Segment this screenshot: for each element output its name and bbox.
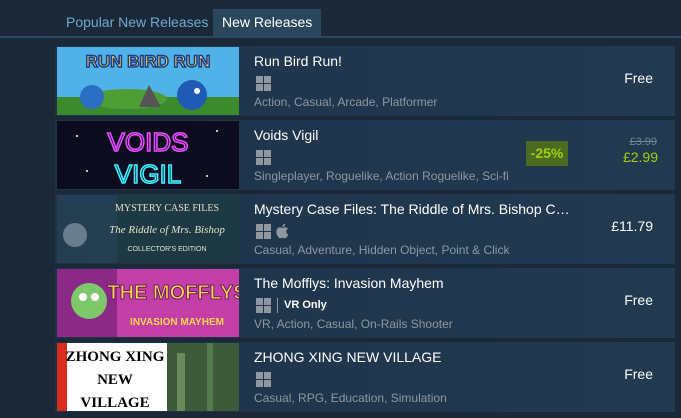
game-row-mystery-case-files[interactable]: MYSTERY CASE FILES The Riddle of Mrs. Bi… [55, 194, 675, 264]
capsule-title-line2: NEW [97, 372, 133, 388]
vr-only-label: VR Only [284, 299, 327, 311]
platform-icons [256, 75, 271, 91]
windows-icon [256, 223, 271, 239]
game-capsule-image: MYSTERY CASE FILES The Riddle of Mrs. Bi… [57, 195, 239, 263]
game-title: ZHONG XING NEW VILLAGE [254, 349, 442, 365]
mofflys-capsule-art: THE MOFFLYS INVASION MAYHEM [57, 269, 239, 337]
game-row-run-bird-run[interactable]: RUN BIRD RUN Run Bird Run! Action, Casua… [55, 46, 675, 116]
capsule-title: RUN BIRD RUN [86, 52, 211, 71]
windows-icon [256, 297, 271, 313]
game-row-the-mofflys[interactable]: THE MOFFLYS INVASION MAYHEM The Mofflys:… [55, 268, 675, 338]
game-row-zhong-xing-new-village[interactable]: ZHONG XING NEW VILLAGE ZHONG XING NEW VI… [55, 342, 675, 412]
platform-icons [256, 223, 289, 239]
tab-new-releases[interactable]: New Releases [213, 9, 322, 36]
capsule-title-line3: VILLAGE [80, 395, 149, 411]
game-capsule-image: VOIDS VIGIL [57, 121, 239, 189]
tab-popular-new-releases[interactable]: Popular New Releases [57, 9, 217, 36]
windows-icon [256, 149, 271, 165]
capsule-title-line2: The Riddle of Mrs. Bishop [109, 224, 225, 236]
game-title: Run Bird Run! [254, 53, 342, 69]
game-price: Free [624, 366, 653, 382]
capsule-title-line1: ZHONG XING [66, 349, 165, 365]
final-price: £2.99 [622, 149, 658, 165]
capsule-title-line1: THE MOFFLYS [107, 282, 239, 304]
game-capsule-image: ZHONG XING NEW VILLAGE [57, 343, 239, 411]
zhong-xing-capsule-art: ZHONG XING NEW VILLAGE [57, 343, 239, 411]
game-price: Free [624, 70, 653, 86]
run-bird-run-capsule-art: RUN BIRD RUN [57, 47, 239, 115]
game-tags: VR, Action, Casual, On-Rails Shooter [254, 317, 453, 331]
game-price: Free [624, 292, 653, 308]
windows-icon [256, 75, 271, 91]
windows-icon [256, 371, 271, 387]
platform-icons [256, 371, 271, 387]
game-capsule-image: RUN BIRD RUN [57, 47, 239, 115]
voids-vigil-capsule-art: VOIDS VIGIL [57, 121, 239, 189]
tab-underline [0, 36, 681, 38]
platform-divider [277, 297, 278, 313]
game-tags: Action, Casual, Arcade, Platformer [254, 95, 438, 109]
platform-icons [256, 149, 271, 165]
discount-badge: -25% [526, 141, 568, 166]
capsule-title-line2: VIGIL [115, 159, 181, 189]
game-title: Mystery Case Files: The Riddle of Mrs. B… [254, 201, 570, 217]
tab-bar: Popular New Releases New Releases [0, 0, 681, 38]
apple-icon [276, 223, 289, 239]
mystery-case-files-capsule-art: MYSTERY CASE FILES The Riddle of Mrs. Bi… [57, 195, 239, 263]
platform-icons: VR Only [256, 297, 327, 313]
game-tags: Singleplayer, Roguelike, Action Roguelik… [254, 169, 509, 183]
capsule-title-line3: COLLECTOR'S EDITION [128, 246, 207, 253]
game-tags: Casual, Adventure, Hidden Object, Point … [254, 243, 510, 257]
game-title: The Mofflys: Invasion Mayhem [254, 275, 444, 291]
game-tags: Casual, RPG, Education, Simulation [254, 391, 447, 405]
original-price: £3.99 [629, 136, 657, 148]
game-capsule-image: THE MOFFLYS INVASION MAYHEM [57, 269, 239, 337]
game-row-voids-vigil[interactable]: VOIDS VIGIL Voids Vigil Singleplayer, Ro… [55, 120, 675, 190]
capsule-title-line1: VOIDS [108, 127, 189, 157]
capsule-title-line1: MYSTERY CASE FILES [115, 203, 219, 214]
capsule-title-line2: INVASION MAYHEM [130, 317, 224, 328]
game-price: £11.79 [611, 218, 653, 234]
game-title: Voids Vigil [254, 127, 319, 143]
